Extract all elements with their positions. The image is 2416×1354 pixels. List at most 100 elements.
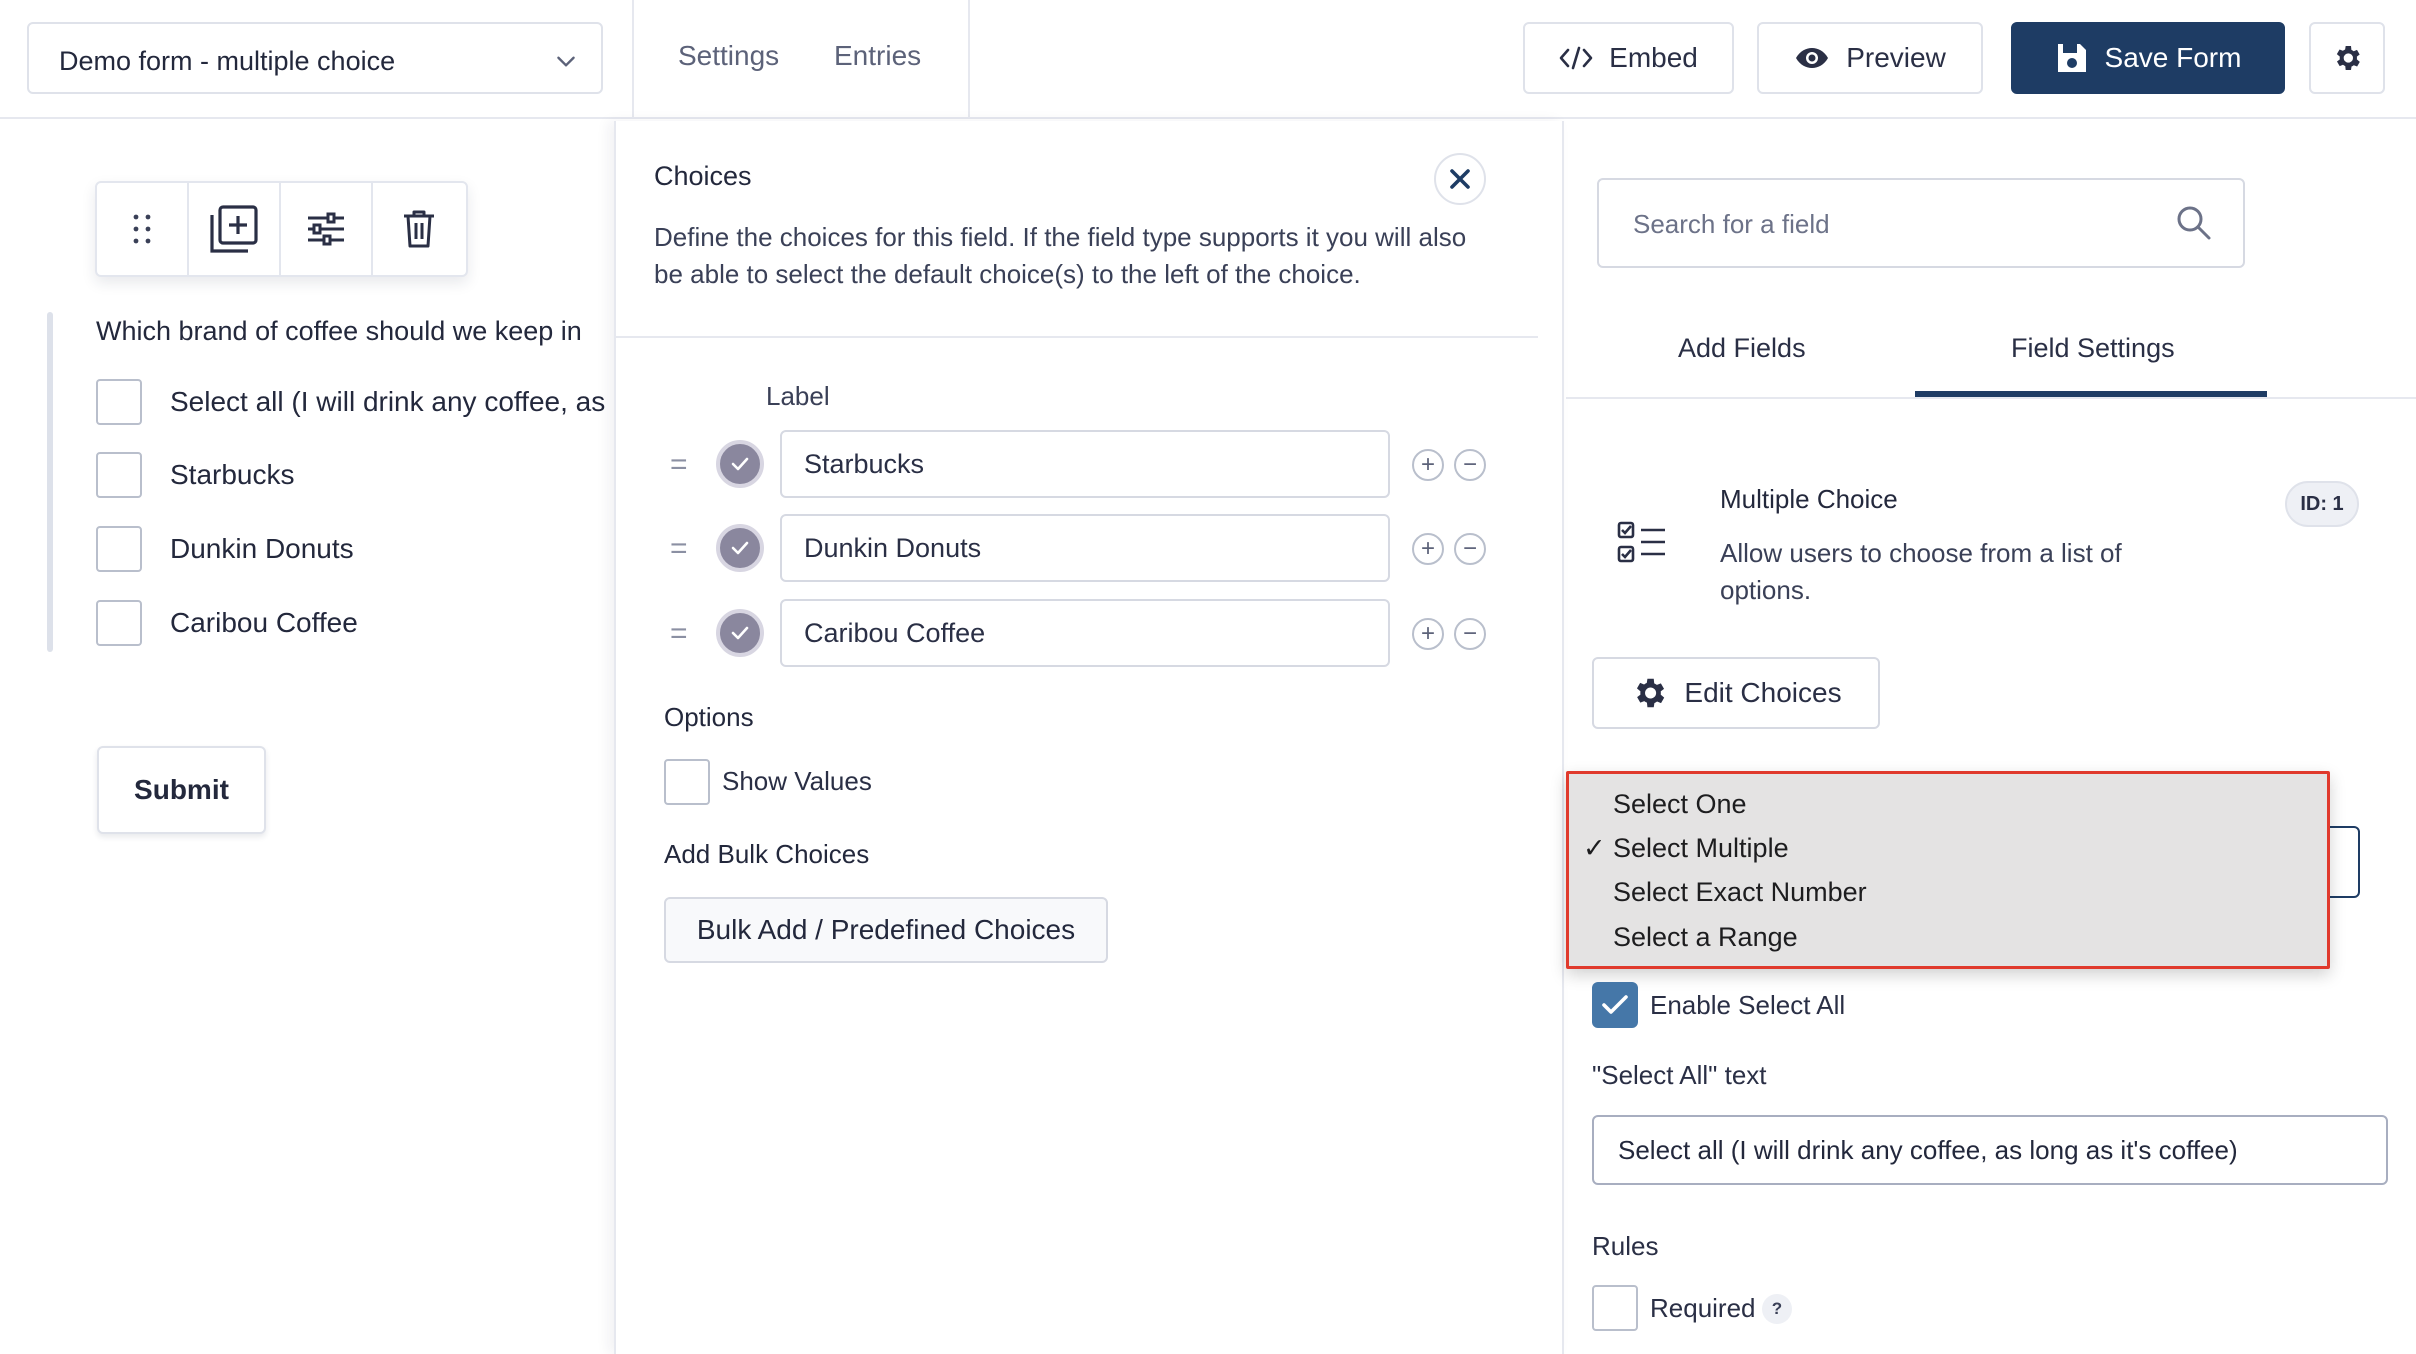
check-icon [731, 626, 749, 640]
select-all-text-input[interactable]: Select all (I will drink any coffee, as … [1592, 1115, 2388, 1185]
preview-button[interactable]: Preview [1757, 22, 1983, 94]
question-label: Which brand of coffee should we keep in [96, 316, 582, 346]
dropdown-option-select-one[interactable]: Select One [1613, 789, 1747, 820]
tab-field-settings[interactable]: Field Settings [2011, 333, 2175, 364]
field-toolbar [95, 181, 468, 277]
dropdown-option-select-multiple[interactable]: Select Multiple [1613, 833, 1789, 864]
top-header: Demo form - multiple choice Settings Ent… [0, 0, 2416, 119]
floppy-disk-icon [2057, 44, 2086, 72]
enable-select-all-label: Enable Select All [1650, 990, 1846, 1020]
search-placeholder: Search for a field [1633, 209, 1830, 239]
tabs-divider [1566, 397, 2416, 399]
checkbox[interactable] [96, 526, 142, 572]
option-label: Dunkin Donuts [170, 533, 354, 564]
choice-label-input[interactable]: Dunkin Donuts [780, 514, 1390, 582]
add-choice-button[interactable]: + [1412, 449, 1444, 481]
show-values-label: Show Values [722, 766, 872, 796]
settings-gear-button[interactable] [2309, 22, 2385, 94]
options-title: Options [664, 702, 754, 732]
dropdown-option-select-a-range[interactable]: Select a Range [1613, 922, 1798, 953]
edit-choices-label: Edit Choices [1684, 677, 1842, 708]
remove-choice-button[interactable]: − [1454, 533, 1486, 565]
field-type-title: Multiple Choice [1720, 484, 1898, 514]
default-choice-toggle[interactable] [716, 440, 764, 488]
embed-label: Embed [1609, 42, 1698, 73]
nav-settings[interactable]: Settings [678, 40, 779, 72]
header-divider [968, 0, 970, 117]
help-icon[interactable]: ? [1762, 1294, 1792, 1324]
rules-label: Rules [1592, 1231, 1659, 1261]
drag-handle-button[interactable] [97, 183, 189, 275]
bulk-add-button[interactable]: Bulk Add / Predefined Choices [664, 897, 1108, 963]
drag-handle-icon[interactable]: = [670, 448, 688, 482]
save-form-label: Save Form [2104, 42, 2242, 73]
checkbox[interactable] [96, 379, 142, 425]
default-choice-toggle[interactable] [716, 524, 764, 572]
bulk-choices-title: Add Bulk Choices [664, 839, 870, 869]
check-icon [1602, 995, 1628, 1014]
close-choices-button[interactable] [1434, 153, 1486, 205]
checkbox[interactable] [96, 600, 142, 646]
drag-handle-icon[interactable]: = [670, 532, 688, 566]
option-dunkin-donuts[interactable]: Dunkin Donuts [96, 526, 616, 572]
field-id-badge: ID: 1 [2285, 481, 2359, 527]
checkbox[interactable] [96, 452, 142, 498]
gear-icon [2336, 46, 2360, 70]
check-icon [731, 541, 749, 555]
field-selected-indicator [47, 312, 53, 652]
checkmark-icon: ✓ [1583, 833, 1606, 863]
divider [616, 336, 1538, 338]
select-all-text-label: "Select All" text [1592, 1060, 1767, 1090]
choices-description: Define the choices for this field. If th… [654, 222, 1467, 289]
drag-handle-icon[interactable]: = [670, 617, 688, 651]
trash-icon [404, 210, 434, 248]
preview-label: Preview [1846, 42, 1946, 73]
selection-type-dropdown-menu: Select One ✓ Select Multiple Select Exac… [1566, 771, 2330, 969]
form-name: Demo form - multiple choice [59, 46, 396, 76]
required-label: Required [1650, 1293, 1756, 1323]
remove-choice-button[interactable]: − [1454, 618, 1486, 650]
chevron-down-icon [557, 56, 575, 67]
delete-field-button[interactable] [373, 183, 465, 275]
option-label: Select all (I will drink any coffee, as [170, 386, 606, 417]
option-label: Starbucks [170, 459, 295, 490]
choices-panel: Choices Define the choices for this fiel… [614, 121, 1564, 1354]
header-divider [632, 0, 634, 117]
code-icon [1559, 46, 1593, 70]
form-selector-dropdown[interactable]: Demo form - multiple choice [27, 22, 603, 94]
choice-label-input[interactable]: Starbucks [780, 430, 1390, 498]
tab-add-fields[interactable]: Add Fields [1678, 333, 1806, 364]
dropdown-option-select-exact-number[interactable]: Select Exact Number [1613, 877, 1867, 908]
eye-icon [1796, 48, 1829, 68]
check-icon [731, 457, 749, 471]
active-tab-indicator [1915, 391, 2267, 397]
required-checkbox[interactable] [1592, 1285, 1638, 1331]
close-icon [1450, 169, 1470, 189]
choices-title: Choices [654, 161, 752, 191]
submit-button[interactable]: Submit [97, 746, 266, 834]
sliders-icon [308, 212, 344, 246]
enable-select-all-checkbox[interactable] [1592, 982, 1638, 1028]
add-choice-button[interactable]: + [1412, 533, 1444, 565]
search-field-input[interactable]: Search for a field [1597, 178, 2245, 268]
label-column-header: Label [766, 381, 830, 411]
search-icon [2177, 206, 2211, 240]
option-select-all[interactable]: Select all (I will drink any coffee, as [96, 379, 616, 425]
field-options-button[interactable] [281, 183, 373, 275]
add-choice-button[interactable]: + [1412, 618, 1444, 650]
nav-entries[interactable]: Entries [834, 40, 921, 72]
option-starbucks[interactable]: Starbucks [96, 452, 616, 498]
default-choice-toggle[interactable] [716, 609, 764, 657]
edit-choices-button[interactable]: Edit Choices [1592, 657, 1880, 729]
save-form-button[interactable]: Save Form [2011, 22, 2285, 94]
option-caribou-coffee[interactable]: Caribou Coffee [96, 600, 616, 646]
remove-choice-button[interactable]: − [1454, 449, 1486, 481]
show-values-checkbox[interactable] [664, 759, 710, 805]
duplicate-field-button[interactable] [189, 183, 281, 275]
field-type-description: Allow users to choose from a list of opt… [1720, 538, 2122, 605]
embed-button[interactable]: Embed [1523, 22, 1734, 94]
drag-dots-icon [133, 214, 151, 244]
choice-label-input[interactable]: Caribou Coffee [780, 599, 1390, 667]
duplicate-icon [210, 205, 258, 253]
option-label: Caribou Coffee [170, 607, 358, 638]
